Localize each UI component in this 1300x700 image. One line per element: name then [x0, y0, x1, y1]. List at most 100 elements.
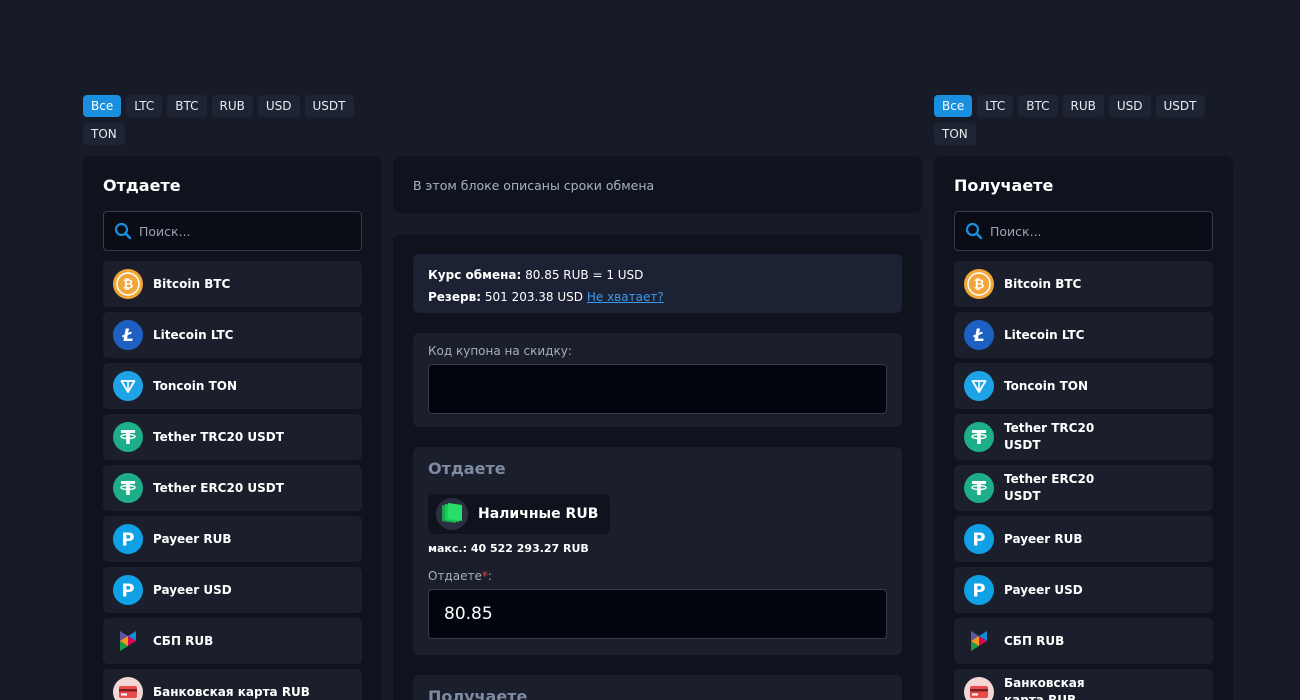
list-item-label: Toncoin TON	[153, 378, 237, 393]
reserve-value: 501 203.38 USD	[484, 290, 584, 304]
cash-icon	[436, 498, 468, 530]
filter-chip-rub[interactable]: RUB	[1062, 95, 1104, 117]
svg-text:P: P	[121, 530, 134, 551]
give-amount-label: Отдаете*:	[428, 568, 887, 584]
give-panel-title: Отдаете	[103, 176, 181, 195]
list-item-label: Bitcoin BTC	[1004, 276, 1082, 291]
get-filters: Все LTC BTC RUB USD USDT TON	[934, 95, 1224, 145]
list-item-label: Банковская карта RUB	[153, 684, 310, 699]
filter-chip-ltc[interactable]: LTC	[977, 95, 1014, 117]
list-item[interactable]: Tether ERC20 USDT	[103, 465, 362, 511]
svg-text:P: P	[121, 581, 134, 602]
list-item[interactable]: P Payeer USD	[103, 567, 362, 613]
list-item[interactable]: P Payeer RUB	[103, 516, 362, 562]
terms-block: В этом блоке описаны сроки обмена	[393, 156, 922, 213]
reserve-label: Резерв:	[428, 290, 482, 304]
list-item[interactable]: СБП RUB	[954, 618, 1213, 664]
rate-info: Курс обмена: 80.85 RUB = 1 USD Резерв: 5…	[413, 254, 902, 313]
list-item[interactable]: Toncoin TON	[103, 363, 362, 409]
list-item[interactable]: ₿ Bitcoin BTC	[103, 261, 362, 307]
give-section-title: Отдаете	[428, 459, 506, 478]
give-section: Отдаете Наличные RUB макс.: 40 522 293.2…	[413, 447, 902, 655]
svg-text:₿: ₿	[123, 278, 134, 293]
filter-chip-rub[interactable]: RUB	[211, 95, 253, 117]
payeer-icon: P	[113, 524, 143, 554]
list-item-label: Tether TRC20 USDT	[153, 429, 284, 444]
list-item-label: Tether ERC20 USDT	[1004, 472, 1095, 503]
tether-icon	[964, 422, 994, 452]
list-item-label: Банковская карта RUB	[1004, 676, 1085, 700]
list-item[interactable]: Toncoin TON	[954, 363, 1213, 409]
list-item[interactable]: ₿ Bitcoin BTC	[954, 261, 1213, 307]
terms-text: В этом блоке описаны сроки обмена	[413, 178, 655, 193]
give-search	[103, 211, 362, 251]
get-currency-list: ₿ Bitcoin BTC Ł Litecoin LTC Toncoin TON…	[954, 261, 1213, 700]
list-item-label: СБП RUB	[1004, 633, 1065, 648]
filter-chip-usdt[interactable]: USDT	[304, 95, 354, 117]
search-input[interactable]	[139, 223, 339, 239]
list-item-label: Litecoin LTC	[1004, 327, 1085, 342]
list-item[interactable]: Банковская карта RUB	[954, 669, 1213, 700]
filter-chip-btc[interactable]: BTC	[1018, 95, 1058, 117]
payeer-icon: P	[964, 524, 994, 554]
not-enough-link[interactable]: Не хватает?	[587, 290, 664, 304]
reserve-line: Резерв: 501 203.38 USD Не хватает?	[428, 286, 887, 308]
rate-label: Курс обмена:	[428, 268, 522, 282]
tether-icon	[113, 422, 143, 452]
get-panel-title: Получаете	[954, 176, 1054, 195]
svg-text:P: P	[972, 530, 985, 551]
list-item[interactable]: Tether ERC20 USDT	[954, 465, 1213, 511]
sbp-icon	[113, 626, 143, 656]
sbp-icon	[964, 626, 994, 656]
filter-chip-btc[interactable]: BTC	[167, 95, 207, 117]
list-item-label: Bitcoin BTC	[153, 276, 231, 291]
toncoin-icon	[113, 371, 143, 401]
coupon-section: Код купона на скидку:	[413, 333, 902, 427]
list-item-label: Tether TRC20 USDT	[1004, 421, 1095, 452]
get-section-title: Получаете	[428, 687, 528, 700]
bank-card-icon	[964, 677, 994, 700]
bank-card-icon	[113, 677, 143, 700]
filter-chip-all[interactable]: Все	[934, 95, 973, 117]
rate-line: Курс обмена: 80.85 RUB = 1 USD	[428, 264, 887, 286]
filter-chip-all[interactable]: Все	[83, 95, 122, 117]
give-amount-input[interactable]: 80.85	[428, 589, 887, 639]
list-item-label: Payeer USD	[1004, 582, 1083, 597]
list-item[interactable]: Банковская карта RUB	[103, 669, 362, 700]
give-amount-label-text: Отдаете	[428, 569, 482, 583]
give-amount-label-suffix: :	[487, 569, 492, 583]
selected-give-currency[interactable]: Наличные RUB	[428, 494, 611, 534]
list-item[interactable]: Ł Litecoin LTC	[103, 312, 362, 358]
coupon-input[interactable]	[428, 364, 887, 414]
list-item[interactable]: P Payeer USD	[954, 567, 1213, 613]
get-section: Получаете	[413, 675, 902, 700]
filter-chip-usd[interactable]: USD	[1108, 95, 1151, 117]
max-label: макс.:	[428, 542, 467, 555]
list-item[interactable]: P Payeer RUB	[954, 516, 1213, 562]
list-item[interactable]: Ł Litecoin LTC	[954, 312, 1213, 358]
litecoin-icon: Ł	[113, 320, 143, 350]
filter-chip-ton[interactable]: TON	[83, 123, 125, 145]
get-currency-panel: Получаете ₿ Bitcoin BTC Ł Litecoin LTC T…	[934, 156, 1233, 700]
max-value: 40 522 293.27 RUB	[470, 542, 589, 555]
list-item[interactable]: Tether TRC20 USDT	[103, 414, 362, 460]
filter-chip-ton[interactable]: TON	[934, 123, 976, 145]
list-item-label: Litecoin LTC	[153, 327, 234, 342]
filter-chip-ltc[interactable]: LTC	[126, 95, 163, 117]
svg-text:P: P	[972, 581, 985, 602]
list-item[interactable]: Tether TRC20 USDT	[954, 414, 1213, 460]
rate-value: 80.85 RUB = 1 USD	[525, 268, 644, 282]
search-input[interactable]	[990, 223, 1190, 239]
filter-chip-usd[interactable]: USD	[257, 95, 300, 117]
toncoin-icon	[964, 371, 994, 401]
exchange-form: Курс обмена: 80.85 RUB = 1 USD Резерв: 5…	[393, 234, 922, 700]
selected-currency-label: Наличные RUB	[478, 506, 599, 522]
list-item[interactable]: СБП RUB	[103, 618, 362, 664]
list-item-label: Tether ERC20 USDT	[153, 480, 284, 495]
svg-text:Ł: Ł	[121, 326, 133, 346]
svg-text:Ł: Ł	[972, 326, 984, 346]
filter-chip-usdt[interactable]: USDT	[1155, 95, 1205, 117]
coupon-label: Код купона на скидку:	[428, 344, 572, 358]
bitcoin-icon: ₿	[113, 269, 143, 299]
litecoin-icon: Ł	[964, 320, 994, 350]
